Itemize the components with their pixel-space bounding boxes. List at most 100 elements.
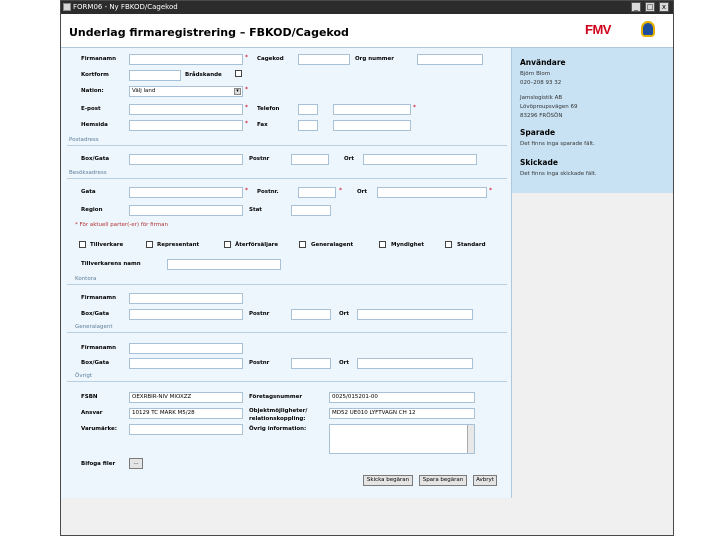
title-bar: FORM06 - Ny FBKOD/Cagekod _ □ x xyxy=(61,1,673,14)
user-heading: Användare xyxy=(520,58,566,67)
required-marker: * xyxy=(245,120,248,127)
aterforsaljare-checkbox[interactable] xyxy=(224,241,231,248)
ga-box-input[interactable] xyxy=(129,358,243,369)
visit-gata-input[interactable] xyxy=(129,187,243,198)
objekt-input[interactable]: MD52 UE010 LYFTVAGN CH 12 xyxy=(329,408,475,419)
visit-postnr-input[interactable] xyxy=(298,187,336,198)
tillverkarens-namn-label: Tillverkarens namn xyxy=(81,261,141,267)
telefon-label: Telefon xyxy=(257,106,280,112)
g-box-label: Box/Gata xyxy=(81,360,110,366)
close-button[interactable]: x xyxy=(659,2,669,12)
divider xyxy=(67,284,507,285)
ovrigt-heading: Övrigt xyxy=(75,373,93,379)
fax-label: Fax xyxy=(257,122,268,128)
firmanamn-input[interactable] xyxy=(129,54,243,65)
generalagent-cb-label: Generalagent xyxy=(311,242,354,248)
window-title: FORM06 - Ny FBKOD/Cagekod xyxy=(73,3,178,11)
nation-label: Nation: xyxy=(81,88,104,94)
varumarke-input[interactable] xyxy=(129,424,243,435)
visit-ort-input[interactable] xyxy=(377,187,487,198)
sent-heading: Skickade xyxy=(520,158,558,167)
post-postnr-input[interactable] xyxy=(291,154,329,165)
ort-label: Ort xyxy=(344,156,355,162)
tillverkarens-namn-input[interactable] xyxy=(167,259,281,270)
ga-firmanamn-input[interactable] xyxy=(129,343,243,354)
postnr-label: Postnr xyxy=(249,156,270,162)
ovrig-info-textarea[interactable] xyxy=(329,424,475,454)
representant-checkbox[interactable] xyxy=(146,241,153,248)
objekt-label: Objektmöjligheter/ xyxy=(249,408,308,414)
myndighet-checkbox[interactable] xyxy=(379,241,386,248)
telefon-prefix-input[interactable] xyxy=(298,104,318,115)
required-marker: * xyxy=(245,104,248,111)
ort2-label: Ort xyxy=(357,189,368,195)
ga-ort-input[interactable] xyxy=(357,358,473,369)
kontor-box-input[interactable] xyxy=(129,309,243,320)
generalagent-checkbox[interactable] xyxy=(299,241,306,248)
maximize-button[interactable]: □ xyxy=(645,2,655,12)
window-footer xyxy=(61,498,673,535)
telefon-input[interactable] xyxy=(333,104,411,115)
bradskande-checkbox[interactable] xyxy=(235,70,242,77)
user-phone: 020–208 93 32 xyxy=(520,80,562,86)
required-marker: * xyxy=(245,54,248,61)
varumarke-label: Varumärke: xyxy=(81,426,117,432)
k-postnr-label: Postnr xyxy=(249,311,270,317)
minimize-button[interactable]: _ xyxy=(631,2,641,12)
nation-select[interactable]: Välj land ▾ xyxy=(129,86,243,97)
kontor-firmanamn-input[interactable] xyxy=(129,293,243,304)
stat-input[interactable] xyxy=(291,205,331,216)
g-firmanamn-label: Firmanamn xyxy=(81,345,117,351)
hemsida-input[interactable] xyxy=(129,120,243,131)
tillverkare-checkbox[interactable] xyxy=(79,241,86,248)
avbryt-button[interactable]: Avbryt xyxy=(473,475,497,486)
saved-heading: Sparade xyxy=(520,128,556,137)
stat-label: Stat xyxy=(249,207,262,213)
chevron-down-icon: ▾ xyxy=(234,88,241,95)
kortform-label: Kortform xyxy=(81,72,109,78)
choose-note: * För aktuell parter(-er) för firman xyxy=(75,222,168,228)
foretagsnummer-input[interactable]: 0025/015201-00 xyxy=(329,392,475,403)
fmv-logo: FMV xyxy=(585,22,611,37)
divider xyxy=(67,332,507,333)
page-title: Underlag firmaregistrering – FBKOD/Cagek… xyxy=(69,26,349,39)
textarea-scrollbar[interactable] xyxy=(467,425,474,453)
region-input[interactable] xyxy=(129,205,243,216)
cagekod-input[interactable] xyxy=(298,54,350,65)
post-box-input[interactable] xyxy=(129,154,243,165)
required-marker: * xyxy=(413,104,416,111)
org-nummer-label: Org nummer xyxy=(355,56,394,62)
firmanamn-label: Firmanamn xyxy=(81,56,117,62)
fax-input[interactable] xyxy=(333,120,411,131)
org-nummer-input[interactable] xyxy=(417,54,483,65)
nation-value: Välj land xyxy=(132,88,156,94)
ansvar-input[interactable]: 10129 TC MARK M5/28 xyxy=(129,408,243,419)
sent-text: Det finns inga skickade fält. xyxy=(520,171,597,177)
divider xyxy=(67,381,507,382)
besoksadress-heading: Besöksadress xyxy=(69,170,107,176)
epost-input[interactable] xyxy=(129,104,243,115)
kontor-postnr-input[interactable] xyxy=(291,309,331,320)
header-banner: Underlag firmaregistrering – FBKOD/Cagek… xyxy=(61,14,673,48)
browse-button[interactable]: ... xyxy=(129,458,143,469)
spara-button[interactable]: Spara begäran xyxy=(419,475,467,486)
skicka-button[interactable]: Skicka begäran xyxy=(363,475,413,486)
info-sidebar: Användare Björn Blom 020–208 93 32 Jamsl… xyxy=(512,48,673,193)
form-panel: Firmanamn * Cagekod Org nummer Kortform … xyxy=(61,48,512,498)
epost-label: E-post xyxy=(81,106,101,112)
ga-postnr-input[interactable] xyxy=(291,358,331,369)
bradskande-label: Brådskande xyxy=(185,72,222,78)
app-window: FORM06 - Ny FBKOD/Cagekod _ □ x Underlag… xyxy=(60,0,674,536)
foretagsnummer-label: Företagsnummer xyxy=(249,394,303,400)
saved-text: Det finns inga sparade fält. xyxy=(520,141,595,147)
ansvar-label: Ansvar xyxy=(81,410,103,416)
representant-label: Representant xyxy=(157,242,200,248)
fax-prefix-input[interactable] xyxy=(298,120,318,131)
kontor-ort-input[interactable] xyxy=(357,309,473,320)
post-ort-input[interactable] xyxy=(363,154,477,165)
region-label: Region xyxy=(81,207,103,213)
generalagent-heading: Generalagent xyxy=(75,324,113,330)
standard-checkbox[interactable] xyxy=(445,241,452,248)
kortform-input[interactable] xyxy=(129,70,181,81)
fsbn-input[interactable]: OEXRBIR-NIV MIOXZZ xyxy=(129,392,243,403)
